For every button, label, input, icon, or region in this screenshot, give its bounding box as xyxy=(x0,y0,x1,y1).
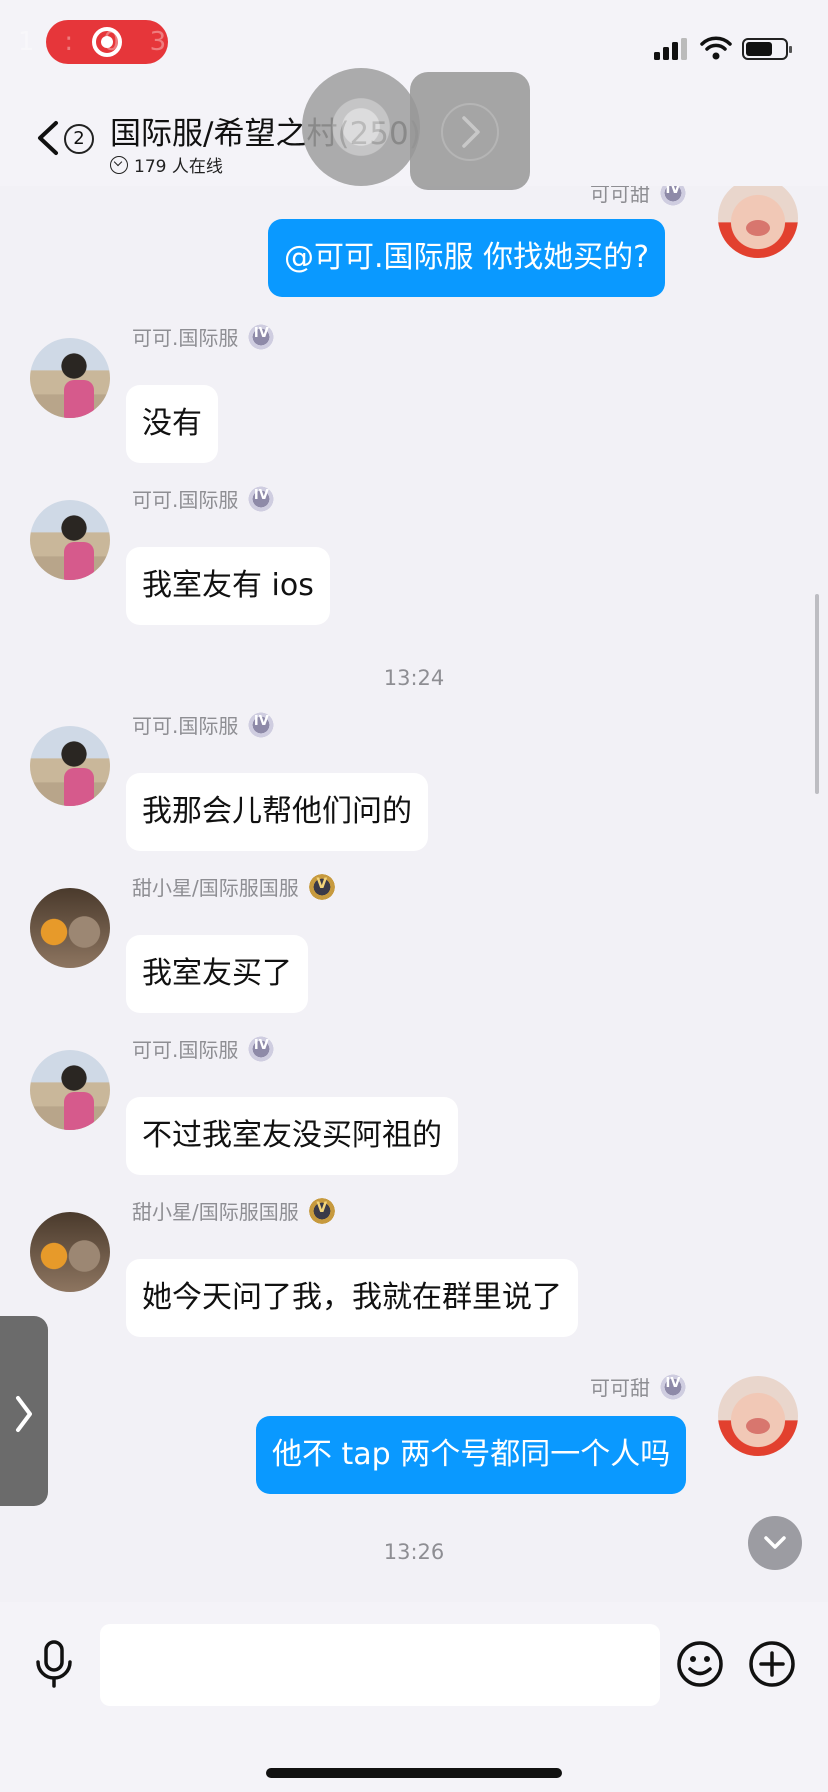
avatar[interactable] xyxy=(718,1376,798,1456)
sender-name: 可可.国际服 xyxy=(132,714,239,738)
emoji-icon[interactable] xyxy=(676,1640,724,1688)
message-bubble[interactable]: @可可.国际服 你找她买的? xyxy=(268,219,665,297)
floating-assistive-ball[interactable] xyxy=(302,68,420,186)
message-bubble[interactable]: 我室友有 ios xyxy=(126,547,330,625)
chevron-down-circle-icon xyxy=(110,155,128,174)
wifi-icon xyxy=(700,36,732,60)
avatar[interactable] xyxy=(30,1050,110,1130)
scrollbar[interactable] xyxy=(815,594,819,794)
record-icon xyxy=(92,27,122,57)
back-chevron-icon[interactable] xyxy=(34,120,64,156)
chevron-right-icon xyxy=(441,103,499,161)
avatar[interactable] xyxy=(30,888,110,968)
microphone-icon[interactable] xyxy=(34,1640,74,1688)
chevron-down-icon xyxy=(764,1536,786,1549)
sender-name: 可可.国际服 xyxy=(132,488,239,512)
sender-name: 可可.国际服 xyxy=(132,1038,239,1062)
sender-name-row: 甜小星/国际服国服 xyxy=(132,1196,337,1225)
online-count-label: 179 人在线 xyxy=(134,157,223,177)
chevron-right-icon xyxy=(16,1396,32,1432)
message-bubble[interactable]: 我室友买了 xyxy=(126,935,308,1013)
level-badge-icon xyxy=(306,1196,337,1225)
screen-recording-indicator[interactable]: 1:03 xyxy=(18,20,168,64)
home-indicator[interactable] xyxy=(266,1768,562,1778)
avatar[interactable] xyxy=(30,338,110,418)
battery-icon xyxy=(742,38,792,60)
sender-name-row: 可可.国际服 xyxy=(132,322,277,351)
plus-circle-icon[interactable] xyxy=(748,1640,796,1688)
sender-name: 甜小星/国际服国服 xyxy=(132,1200,299,1224)
unread-count-badge[interactable]: 2 xyxy=(64,124,94,154)
sender-name-row: 可可.国际服 xyxy=(132,1034,277,1063)
level-badge-icon xyxy=(246,484,277,513)
sender-name-row: 可可.国际服 xyxy=(132,710,277,739)
level-badge-icon xyxy=(246,1034,277,1063)
message-input[interactable] xyxy=(100,1624,660,1706)
level-badge-icon xyxy=(306,872,337,901)
sender-name-row: 可可甜 xyxy=(590,186,688,207)
side-drawer-handle[interactable] xyxy=(0,1316,48,1506)
sender-name: 可可甜 xyxy=(590,186,650,206)
level-badge-icon xyxy=(246,710,277,739)
sender-name-row: 甜小星/国际服国服 xyxy=(132,872,337,901)
status-bar: 1:03 xyxy=(0,0,828,90)
message-bubble[interactable]: 她今天问了我，我就在群里说了 xyxy=(126,1259,578,1337)
floating-next-button[interactable] xyxy=(410,72,530,190)
message-timestamp: 13:24 xyxy=(383,666,445,690)
sender-name: 可可甜 xyxy=(590,1376,650,1400)
message-bubble[interactable]: 我那会儿帮他们问的 xyxy=(126,773,428,851)
message-bubble[interactable]: 他不 tap 两个号都同一个人吗 xyxy=(256,1416,687,1494)
avatar[interactable] xyxy=(718,186,798,258)
avatar[interactable] xyxy=(30,726,110,806)
online-count[interactable]: 179 人在线 xyxy=(110,152,223,177)
composer-bar xyxy=(0,1602,828,1792)
cellular-signal-icon xyxy=(654,38,687,60)
level-badge-icon xyxy=(246,322,277,351)
message-list[interactable]: 可可甜 @可可.国际服 你找她买的? 可可.国际服 没有 可可.国际服 我室友有… xyxy=(0,186,828,1602)
level-badge-icon xyxy=(658,1372,688,1401)
sender-name: 可可.国际服 xyxy=(132,326,239,350)
avatar[interactable] xyxy=(30,1212,110,1292)
scroll-to-bottom-button[interactable] xyxy=(748,1516,802,1570)
level-badge-icon xyxy=(658,186,688,207)
message-bubble[interactable]: 没有 xyxy=(126,385,218,463)
sender-name-row: 可可甜 xyxy=(590,1372,688,1401)
message-timestamp: 13:26 xyxy=(383,1540,445,1564)
avatar[interactable] xyxy=(30,500,110,580)
sender-name-row: 可可.国际服 xyxy=(132,484,277,513)
sender-name: 甜小星/国际服国服 xyxy=(132,876,299,900)
message-bubble[interactable]: 不过我室友没买阿祖的 xyxy=(126,1097,458,1175)
